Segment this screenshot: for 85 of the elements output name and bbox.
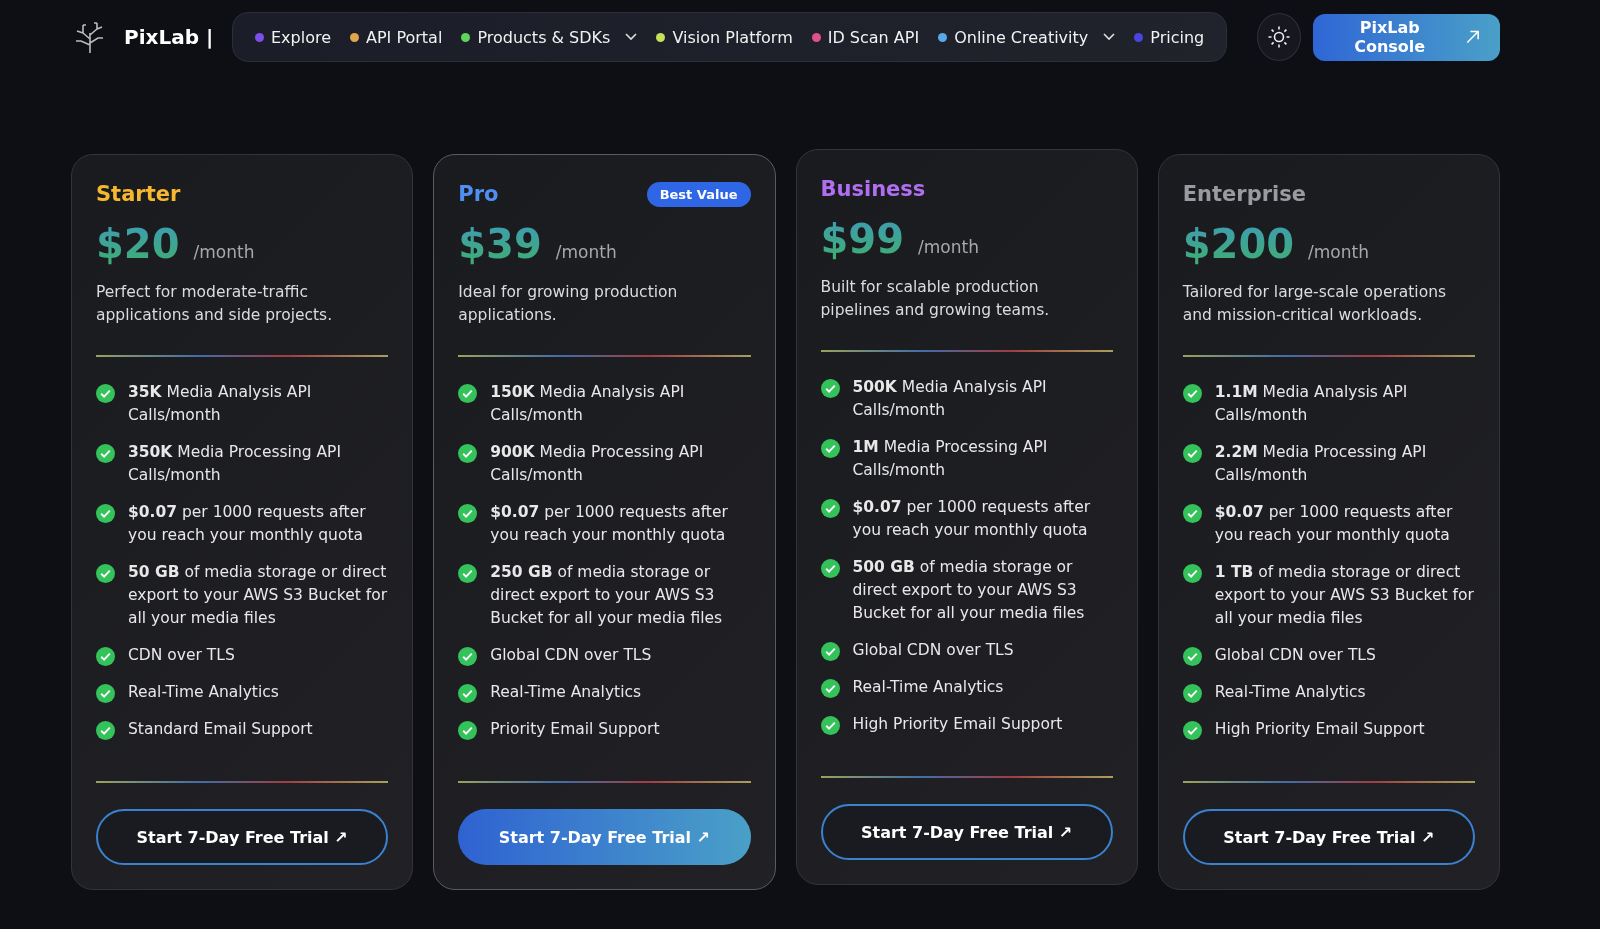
- feature-text: 350K Media Processing API Calls/month: [128, 442, 342, 486]
- arrow-up-right-icon: [1464, 28, 1480, 46]
- check-icon: [1182, 444, 1202, 463]
- check-icon: [820, 379, 840, 398]
- feature-text: CDN over TLS: [128, 645, 235, 666]
- feature-text: $0.07 per 1000 requests after you reach your monthly quota: [490, 502, 729, 546]
- nav-link[interactable]: ID Scan API: [811, 27, 920, 47]
- feature-text: 900K Media Processing API Calls/month: [490, 442, 705, 486]
- plan-description: Tailored for large-scale operations and mission-critical workloads.: [1182, 282, 1448, 326]
- check-icon: [96, 504, 115, 523]
- plan-name: Starter: [96, 182, 181, 206]
- price-period: /month: [918, 237, 979, 257]
- feature-text: 1 TB of media storage or direct export to your AWS S3 Bucket for all your media files: [1214, 562, 1475, 629]
- check-icon: [820, 716, 840, 735]
- feature-text: 1M Media Processing API Calls/month: [852, 437, 1049, 481]
- feature-text: Real-Time Analytics: [128, 682, 279, 703]
- feature-text: 1.1M Media Analysis API Calls/month: [1214, 382, 1409, 426]
- check-icon: [1182, 564, 1202, 583]
- feature-text: High Priority Email Support: [852, 714, 1063, 735]
- check-icon: [458, 721, 478, 740]
- price-period: /month: [193, 242, 255, 262]
- feature-text: Global CDN over TLS: [1214, 645, 1376, 666]
- check-icon: [1182, 384, 1202, 403]
- check-icon: [458, 564, 478, 583]
- feature-text: Global CDN over TLS: [852, 640, 1014, 661]
- feature-text: $0.07 per 1000 requests after you reach your monthly quota: [852, 497, 1092, 541]
- feature-text: Real-Time Analytics: [852, 677, 1004, 698]
- nav-link[interactable]: Vision Platform: [656, 27, 793, 47]
- plan-name: Business: [820, 177, 926, 201]
- check-icon: [96, 384, 115, 403]
- price-period: /month: [555, 242, 617, 262]
- check-icon: [96, 444, 115, 463]
- sun-icon: [1267, 25, 1292, 49]
- plan-description: Built for scalable production pipelines and growing teams.: [820, 277, 1051, 321]
- feature-text: $0.07 per 1000 requests after you reach your monthly quota: [1214, 502, 1454, 546]
- check-icon: [96, 647, 115, 666]
- nav-link[interactable]: Pricing: [1134, 27, 1205, 47]
- brand-name[interactable]: PixLab |: [124, 25, 214, 49]
- feature-text: 35K Media Analysis API Calls/month: [128, 382, 313, 426]
- check-icon: [1182, 721, 1202, 740]
- check-icon: [1182, 504, 1202, 523]
- feature-text: 250 GB of media storage or direct export to your AWS S3 Bucket for all your media files: [490, 562, 724, 629]
- feature-text: High Priority Email Support: [1214, 719, 1425, 740]
- check-icon: [1182, 684, 1202, 703]
- nav-link[interactable]: Explore: [254, 27, 331, 47]
- nav-link[interactable]: Online Creativity: [938, 27, 1116, 47]
- check-icon: [820, 499, 840, 518]
- feature-text: Real-Time Analytics: [1214, 682, 1366, 703]
- price-period: /month: [1308, 242, 1369, 262]
- feature-text: $0.07 per 1000 requests after you reach your monthly quota: [128, 502, 367, 546]
- feature-text: Global CDN over TLS: [490, 645, 652, 666]
- feature-text: Real-Time Analytics: [490, 682, 642, 703]
- plan-description: Ideal for growing production applications.: [458, 282, 679, 326]
- free-trial-button[interactable]: Start 7-Day Free Trial ↗: [458, 809, 751, 865]
- feature-text: 500 GB of media storage or direct export to your AWS S3 Bucket for all your media files: [852, 557, 1086, 624]
- feature-text: Standard Email Support: [128, 719, 313, 740]
- check-icon: [96, 721, 115, 740]
- nav-link[interactable]: API Portal: [350, 27, 443, 47]
- console-button[interactable]: PixLab Console: [1312, 13, 1500, 61]
- check-icon: [458, 684, 478, 703]
- feature-text: 150K Media Analysis API Calls/month: [490, 382, 686, 426]
- feature-text: 500K Media Analysis API Calls/month: [852, 377, 1048, 421]
- free-trial-button[interactable]: Start 7-Day Free Trial ↗: [1182, 809, 1475, 865]
- check-icon: [96, 684, 115, 703]
- check-icon: [96, 564, 115, 583]
- check-icon: [458, 504, 478, 523]
- check-icon: [458, 384, 478, 403]
- free-trial-button[interactable]: Start 7-Day Free Trial ↗: [820, 804, 1113, 860]
- feature-text: 2.2M Media Processing API Calls/month: [1214, 442, 1428, 486]
- best-value-badge: Best Value: [646, 181, 751, 207]
- check-icon: [820, 439, 840, 458]
- check-icon: [820, 679, 840, 698]
- feature-text: Priority Email Support: [490, 719, 660, 740]
- check-icon: [458, 647, 478, 666]
- check-icon: [820, 559, 840, 578]
- feature-text: 50 GB of media storage or direct export to your AWS S3 Bucket for all your media files: [128, 562, 389, 629]
- free-trial-button[interactable]: Start 7-Day Free Trial ↗: [96, 809, 389, 865]
- nav-link[interactable]: Products & SDKs: [461, 27, 638, 47]
- plan-name: Enterprise: [1182, 182, 1306, 206]
- check-icon: [458, 444, 478, 463]
- check-icon: [1182, 647, 1202, 666]
- theme-toggle-button[interactable]: [1257, 13, 1301, 61]
- check-icon: [820, 642, 840, 661]
- plan-description: Perfect for moderate-traffic applications and side projects.: [96, 282, 334, 326]
- plan-name: Pro: [458, 182, 499, 206]
